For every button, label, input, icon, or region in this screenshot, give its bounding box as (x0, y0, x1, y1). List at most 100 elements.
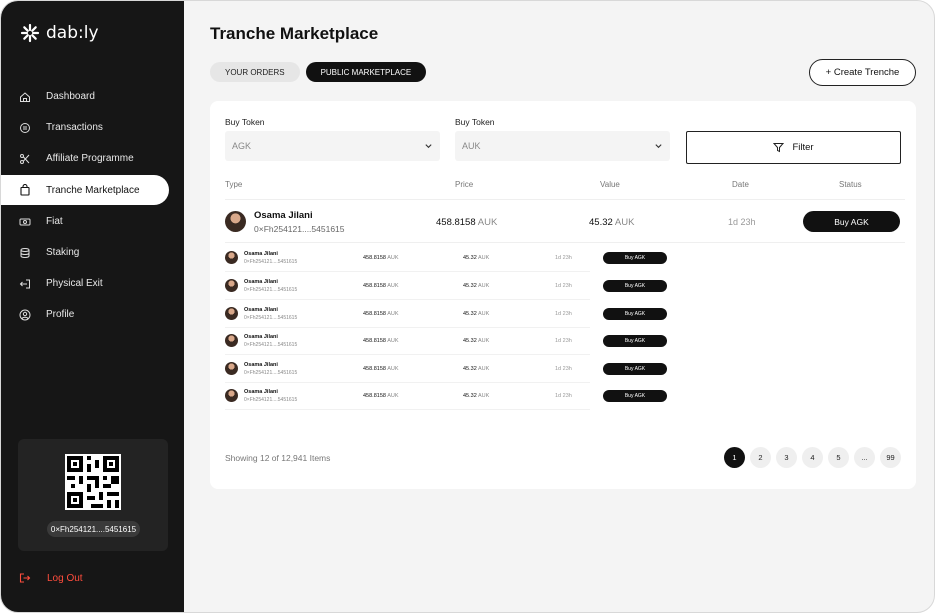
buy-agk-button[interactable]: Buy AGK (603, 280, 667, 292)
price-cell: 458.8158 AUK (363, 338, 399, 344)
home-icon (19, 91, 31, 103)
header-divider (225, 199, 905, 200)
seller-address: 0×Fh254121....5451615 (244, 397, 298, 403)
sidebar-item-fiat[interactable]: Fiat (1, 206, 184, 237)
value-cell: 45.32 AUK (463, 338, 489, 344)
page-button-3[interactable]: 3 (776, 447, 797, 468)
value-amount: 45.32 (463, 366, 477, 372)
create-tranche-button[interactable]: + Create Trenche (809, 59, 916, 86)
buy-token-select-auk[interactable]: AUK (455, 131, 670, 161)
brand-logo[interactable]: dab:ly (20, 23, 99, 43)
value-unit: AUK (614, 217, 635, 228)
table-row[interactable]: Osama Jilani 0×Fh254121....5451615 458.8… (210, 356, 670, 383)
value-unit: AUK (478, 393, 490, 399)
value-unit: AUK (478, 311, 490, 317)
cash-icon (19, 216, 31, 228)
filter-icon (773, 143, 785, 153)
price-unit: AUK (387, 283, 399, 289)
column-header-type[interactable]: Type (225, 180, 242, 189)
row-divider (225, 242, 905, 243)
price-unit: AUK (387, 255, 399, 261)
date-cell: 1d 23h (555, 311, 572, 317)
sidebar-item-transactions[interactable]: Transactions (1, 112, 184, 143)
price-value: 458.8158 (363, 393, 386, 399)
table-row[interactable]: Osama Jilani 0×Fh254121....5451615 458.8… (210, 383, 670, 410)
value-unit: AUK (478, 366, 490, 372)
wallet-card: 0×Fh254121....5451615 (18, 439, 168, 551)
price-value: 458.8158 (363, 338, 386, 344)
price-value: 458.8158 (363, 255, 386, 261)
buy-agk-button[interactable]: Buy AGK (603, 390, 667, 402)
table-row[interactable]: Osama Jilani 0×Fh254121....5451615 458.8… (210, 328, 670, 355)
sidebar-item-tranche-marketplace[interactable]: Tranche Marketplace (1, 175, 169, 205)
tab-public-marketplace[interactable]: PUBLIC MARKETPLACE (305, 62, 427, 82)
seller-name: Osama Jilani (244, 251, 278, 257)
user-circle-icon (19, 309, 31, 321)
filter-button[interactable]: Filter (686, 131, 901, 164)
value-amount: 45.32 (589, 217, 613, 228)
table-row[interactable]: Osama Jilani 0×Fh254121....5451615 458.8… (210, 273, 670, 300)
tab-your-orders[interactable]: YOUR ORDERS (210, 62, 300, 82)
page-title: Tranche Marketplace (210, 24, 379, 43)
value-cell: 45.32 AUK (463, 393, 489, 399)
sidebar-nav: Dashboard Transactions Affiliate Program… (1, 81, 184, 330)
sidebar-item-dashboard[interactable]: Dashboard (1, 81, 184, 112)
logout-icon (19, 573, 31, 583)
price-cell: 458.8158 AUK (363, 255, 399, 261)
avatar (225, 334, 238, 347)
brand-name: dab:ly (46, 23, 99, 43)
table-row[interactable]: Osama Jilani 0×Fh254121....5451615 458.8… (210, 245, 670, 272)
price-unit: AUK (387, 338, 399, 344)
page-button-1[interactable]: 1 (724, 447, 745, 468)
price-cell: 458.8158 AUK (363, 311, 399, 317)
seller-name: Osama Jilani (244, 279, 278, 285)
column-header-price[interactable]: Price (455, 180, 473, 189)
page-button-2[interactable]: 2 (750, 447, 771, 468)
table-row[interactable]: Osama Jilani 0×Fh254121....5451615 458.8… (210, 301, 670, 328)
buy-token-label: Buy Token (225, 117, 265, 127)
seller-address: 0×Fh254121....5451615 (254, 224, 345, 234)
logout-button[interactable]: Log Out (19, 572, 83, 584)
sidebar-item-label: Tranche Marketplace (46, 184, 140, 196)
qr-code[interactable] (65, 454, 121, 510)
wallet-address[interactable]: 0×Fh254121....5451615 (47, 521, 140, 537)
value-unit: AUK (478, 255, 490, 261)
sidebar-item-staking[interactable]: Staking (1, 237, 184, 268)
buy-token-label: Buy Token (455, 117, 495, 127)
sidebar-item-physical-exit[interactable]: Physical Exit (1, 268, 184, 299)
avatar (225, 362, 238, 375)
value-unit: AUK (478, 338, 490, 344)
transactions-icon (19, 122, 31, 134)
column-header-status[interactable]: Status (839, 180, 862, 189)
buy-agk-button[interactable]: Buy AGK (603, 308, 667, 320)
table-row-featured[interactable]: Osama Jilani 0×Fh254121....5451615 458.8… (210, 205, 916, 238)
sidebar: dab:ly Dashboard Transactions Affiliate … (1, 1, 184, 612)
date-cell: 1d 23h (555, 393, 572, 399)
page-button-4[interactable]: 4 (802, 447, 823, 468)
price-value: 458.8158 (436, 217, 476, 228)
sidebar-item-label: Staking (46, 247, 80, 258)
value-cell: 45.32 AUK (463, 311, 489, 317)
value-cell: 45.32 AUK (463, 283, 489, 289)
buy-agk-button[interactable]: Buy AGK (803, 211, 900, 232)
value-cell: 45.32 AUK (589, 217, 634, 228)
seller-name: Osama Jilani (244, 334, 278, 340)
column-header-date[interactable]: Date (732, 180, 749, 189)
sidebar-item-affiliate[interactable]: Affiliate Programme (1, 143, 184, 174)
buy-agk-button[interactable]: Buy AGK (603, 335, 667, 347)
date-cell: 1d 23h (555, 338, 572, 344)
date-cell: 1d 23h (555, 366, 572, 372)
buy-agk-button[interactable]: Buy AGK (603, 363, 667, 375)
buy-token-select-agk[interactable]: AGK (225, 131, 440, 161)
date-cell: 1d 23h (728, 217, 756, 227)
value-cell: 45.32 AUK (463, 255, 489, 261)
seller-name: Osama Jilani (244, 362, 278, 368)
chevron-down-icon (655, 144, 662, 149)
seller-address: 0×Fh254121....5451615 (244, 342, 298, 348)
column-header-value[interactable]: Value (600, 180, 620, 189)
sidebar-item-profile[interactable]: Profile (1, 299, 184, 330)
page-button-99[interactable]: 99 (880, 447, 901, 468)
sidebar-item-label: Transactions (46, 122, 103, 133)
buy-agk-button[interactable]: Buy AGK (603, 252, 667, 264)
page-button-5[interactable]: 5 (828, 447, 849, 468)
